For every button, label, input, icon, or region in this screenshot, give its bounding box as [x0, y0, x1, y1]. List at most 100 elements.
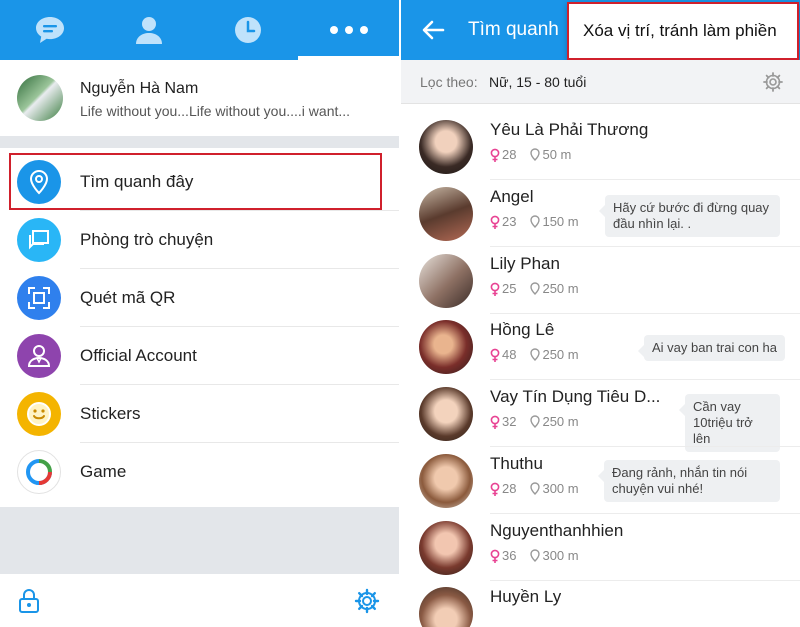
- lock-icon[interactable]: [15, 587, 43, 615]
- list-item[interactable]: Lily Phan 25 250 m: [401, 248, 800, 314]
- status-bubble: Đang rảnh, nhắn tin nói chuyện vui nhé!: [598, 460, 780, 502]
- person-name: Hồng Lê: [490, 320, 555, 339]
- tab-messages[interactable]: [0, 0, 99, 60]
- more-icon: [329, 26, 368, 34]
- menu-item-qr-scan[interactable]: Quét mã QR: [0, 269, 399, 327]
- official-account-icon: [17, 334, 61, 378]
- female-icon: [490, 482, 500, 496]
- location-pin-icon: [530, 282, 541, 295]
- person-distance: 250 m: [542, 281, 579, 296]
- menu-item-official-account[interactable]: Official Account: [0, 327, 399, 385]
- avatar: [419, 587, 473, 627]
- tab-timeline[interactable]: [198, 0, 297, 60]
- profile-name: Nguyễn Hà Nam: [80, 80, 199, 97]
- status-bubble: Ai vay ban trai con ha: [637, 335, 786, 361]
- menu-item-nearby[interactable]: Tìm quanh đây: [0, 153, 399, 211]
- status-bubble: Cần vay 10triệu trở lên: [679, 394, 780, 452]
- female-icon: [490, 148, 500, 162]
- person-distance: 300 m: [542, 548, 579, 563]
- gear-icon[interactable]: [353, 587, 381, 615]
- female-icon: [490, 348, 500, 362]
- chat-rooms-icon: [17, 218, 61, 262]
- person-age: 36: [502, 548, 517, 563]
- person-age: 23: [502, 214, 517, 229]
- filter-value: Nữ, 15 - 80 tuổi: [489, 74, 587, 90]
- female-icon: [490, 282, 500, 296]
- person-meta: 36 300 m: [490, 548, 579, 563]
- bottom-bar: [0, 574, 399, 627]
- location-pin-icon: [530, 348, 541, 361]
- person-age: 28: [502, 481, 517, 496]
- right-panel: Tìm quanh Xóa vị trí, tránh làm phiền Lọ…: [401, 0, 800, 627]
- person-meta: 25 250 m: [490, 281, 579, 296]
- person-age: 48: [502, 347, 517, 362]
- person-name: Yêu Là Phải Thương: [490, 120, 649, 139]
- main-tab-bar: [0, 0, 399, 60]
- avatar: [419, 120, 473, 174]
- filter-bar[interactable]: Lọc theo: Nữ, 15 - 80 tuổi: [401, 60, 800, 104]
- person-name: Huyền Ly: [490, 587, 562, 606]
- list-item[interactable]: Vay Tín Dụng Tiêu D... 32 250 m Cần vay …: [401, 381, 800, 452]
- menu-item-label: Official Account: [80, 346, 197, 365]
- female-icon: [490, 215, 500, 229]
- person-age: 28: [502, 147, 517, 162]
- avatar: [419, 254, 473, 308]
- avatar: [419, 320, 473, 374]
- clear-location-menu-item[interactable]: Xóa vị trí, tránh làm phiền: [567, 2, 799, 60]
- avatar: [419, 187, 473, 241]
- list-item[interactable]: Yêu Là Phải Thương 28 50 m: [401, 114, 800, 180]
- filter-label: Lọc theo:: [420, 74, 478, 90]
- person-name: Nguyenthanhhien: [490, 521, 624, 540]
- person-age: 32: [502, 414, 517, 429]
- filter-settings-icon[interactable]: [763, 72, 783, 92]
- person-name: Vay Tín Dụng Tiêu D...: [490, 387, 661, 406]
- list-item[interactable]: Huyền Ly: [401, 581, 800, 627]
- tab-contacts[interactable]: [99, 0, 198, 60]
- person-distance: 250 m: [542, 414, 579, 429]
- person-name: Lily Phan: [490, 254, 560, 273]
- list-item[interactable]: Thuthu 28 300 m Đang rảnh, nhắn tin nói …: [401, 448, 800, 514]
- qr-scan-icon: [17, 276, 61, 320]
- profile-status: Life without you...Life without you....i…: [80, 103, 351, 119]
- menu-item-label: Game: [80, 462, 127, 481]
- location-pin-icon: [530, 148, 541, 161]
- avatar: [419, 521, 473, 575]
- person-meta: 48 250 m: [490, 347, 579, 362]
- menu-item-label: Tìm quanh đây: [80, 172, 194, 191]
- smiley-icon: [17, 392, 61, 436]
- list-item[interactable]: Hồng Lê 48 250 m Ai vay ban trai con ha: [401, 314, 800, 380]
- person-distance: 50 m: [542, 147, 572, 162]
- female-icon: [490, 415, 500, 429]
- location-pin-icon: [17, 160, 61, 204]
- list-item[interactable]: Angel 23 150 m Hãy cứ bước đi đừng quay …: [401, 181, 800, 247]
- left-panel: Nguyễn Hà Nam Life without you...Life wi…: [0, 0, 399, 627]
- avatar: [419, 454, 473, 508]
- contacts-icon: [135, 17, 162, 44]
- section-divider: [0, 136, 399, 148]
- person-age: 25: [502, 281, 517, 296]
- back-arrow-icon[interactable]: [419, 16, 447, 44]
- clock-icon: [234, 17, 261, 43]
- location-pin-icon: [530, 415, 541, 428]
- person-meta: 32 250 m: [490, 414, 579, 429]
- location-pin-icon: [530, 482, 541, 495]
- person-name: Angel: [490, 187, 534, 206]
- profile-row[interactable]: Nguyễn Hà Nam Life without you...Life wi…: [0, 60, 399, 136]
- tab-more[interactable]: [298, 0, 399, 60]
- menu-item-stickers[interactable]: Stickers: [0, 385, 399, 443]
- person-name: Thuthu: [490, 454, 543, 473]
- avatar: [17, 75, 63, 121]
- list-item[interactable]: Nguyenthanhhien 36 300 m: [401, 515, 800, 581]
- popup-label: Xóa vị trí, tránh làm phiền: [583, 21, 777, 40]
- menu-item-game[interactable]: Game: [0, 443, 399, 501]
- person-meta: 28 300 m: [490, 481, 579, 496]
- person-meta: 28 50 m: [490, 147, 571, 162]
- avatar: [419, 387, 473, 441]
- status-bubble: Hãy cứ bước đi đừng quay đầu nhìn lại. .: [599, 195, 780, 237]
- game-logo-icon: [17, 450, 61, 494]
- menu-item-chat-rooms[interactable]: Phòng trò chuyện: [0, 211, 399, 269]
- female-icon: [490, 549, 500, 563]
- menu-item-label: Stickers: [80, 404, 141, 423]
- menu-item-label: Phòng trò chuyện: [80, 230, 214, 249]
- person-distance: 150 m: [542, 214, 579, 229]
